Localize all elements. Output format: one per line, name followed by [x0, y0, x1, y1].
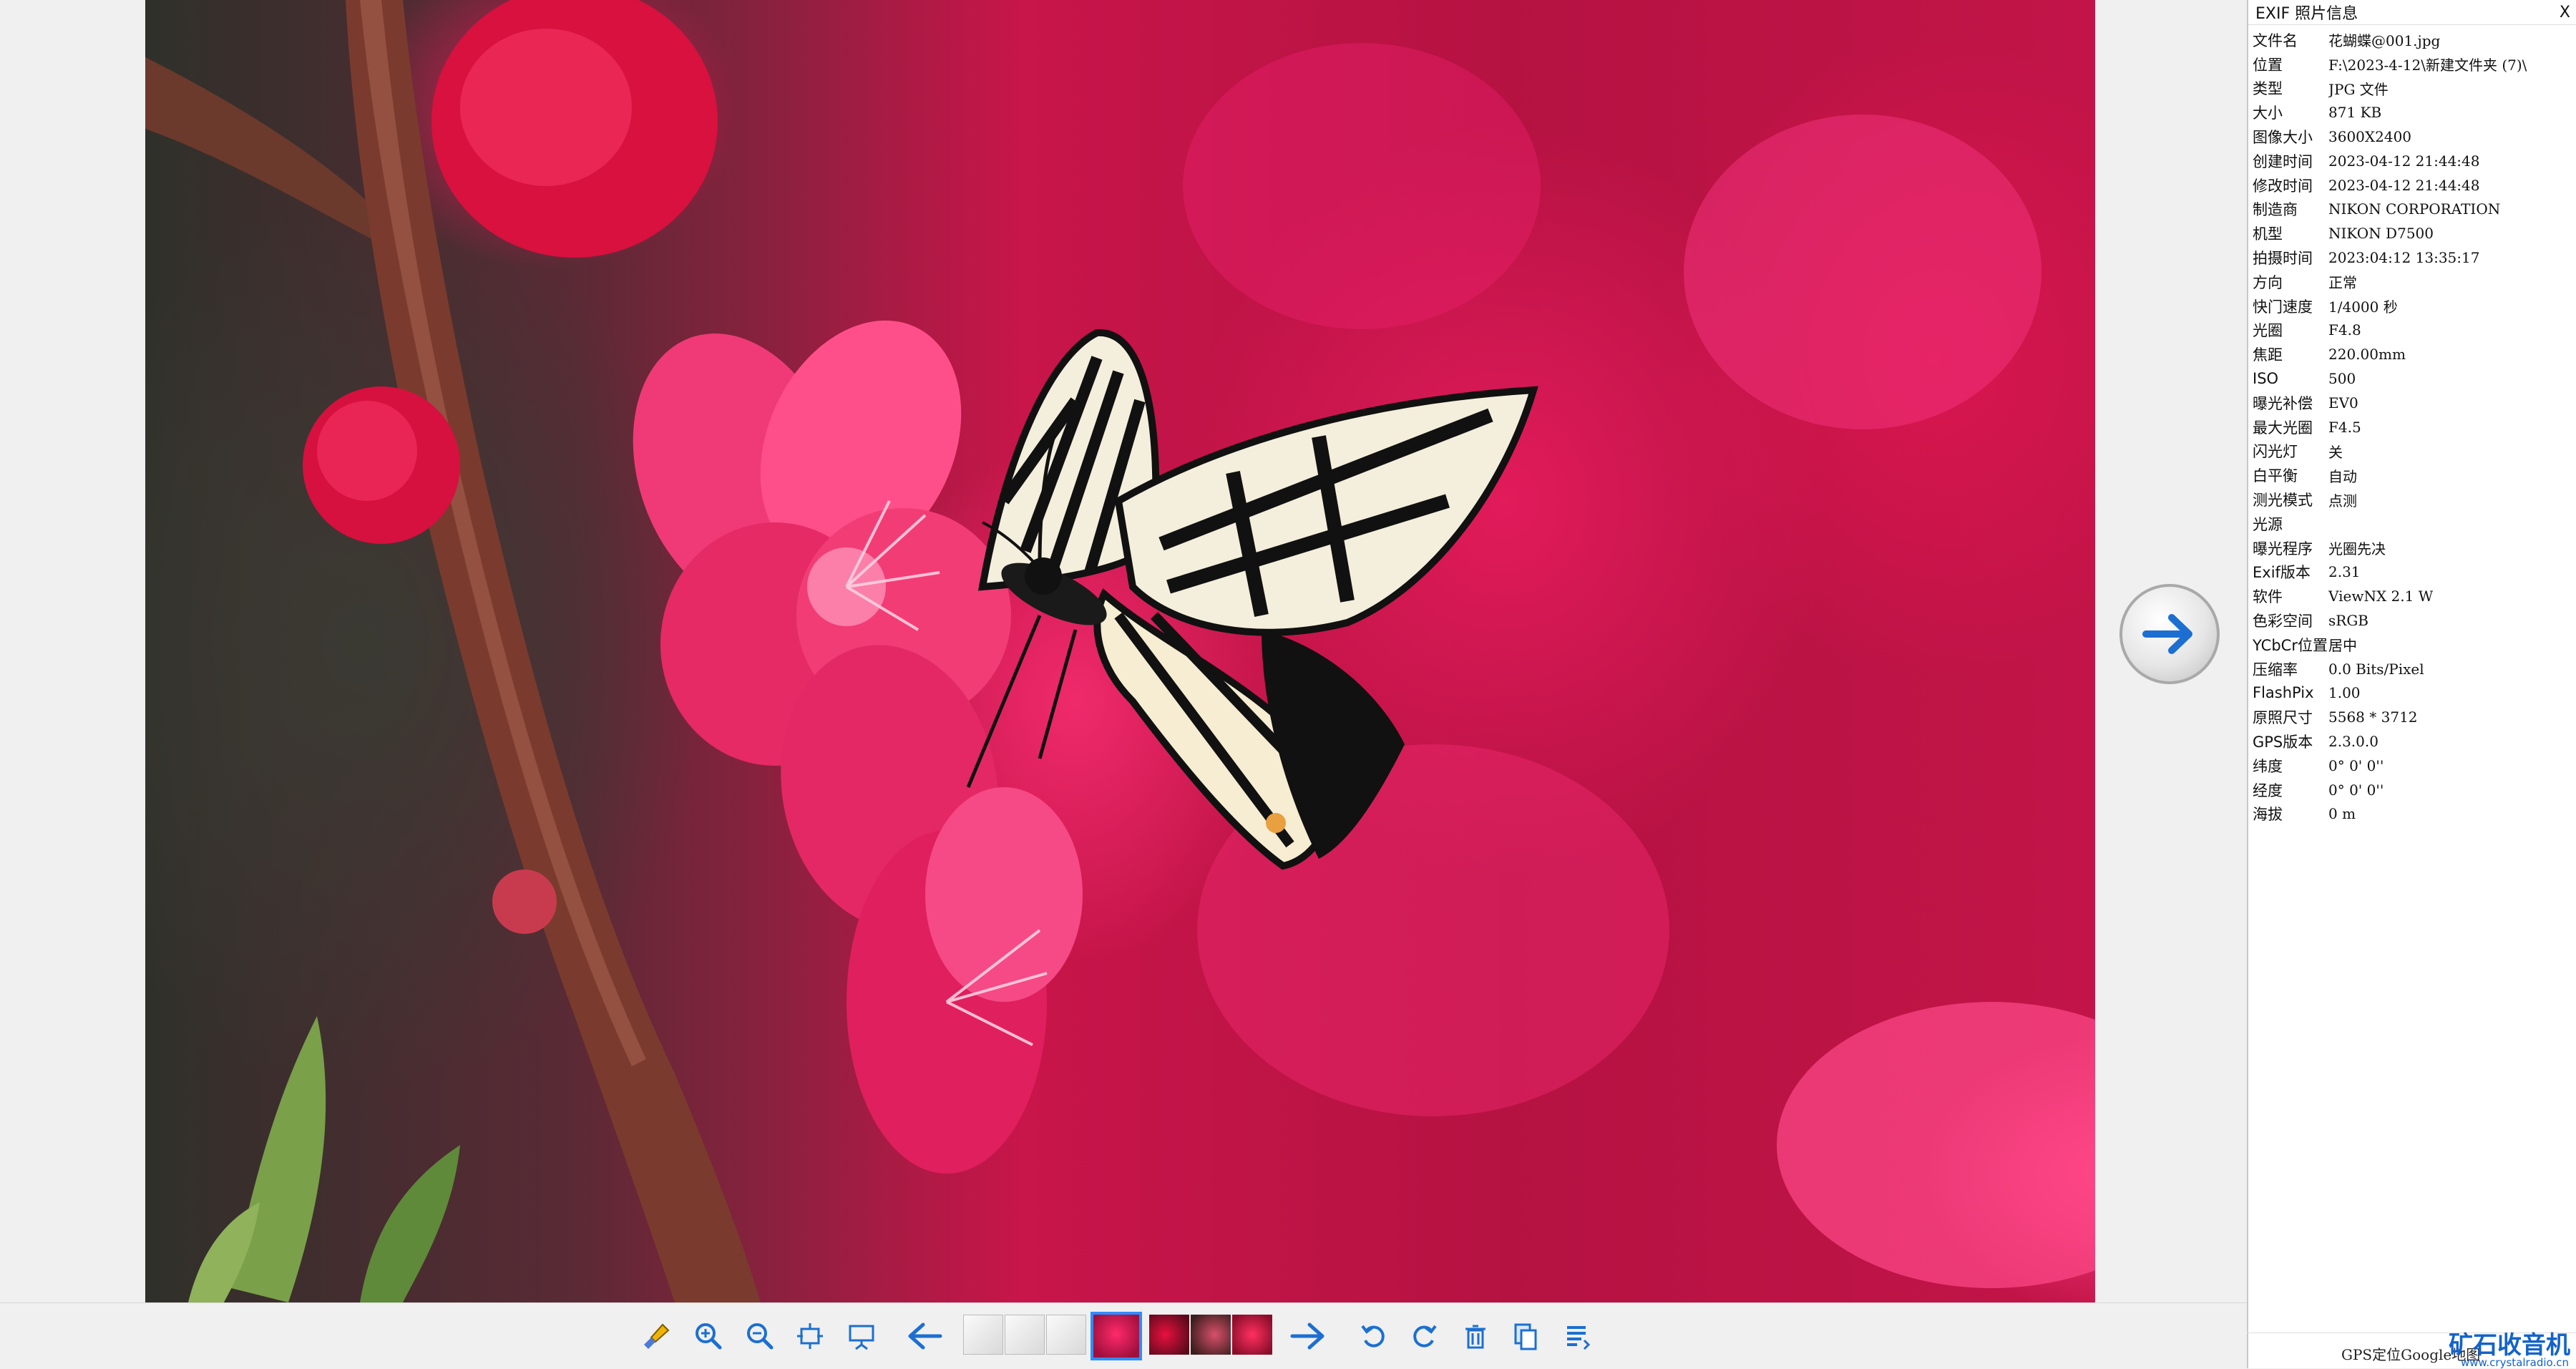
delete-icon: [1465, 1325, 1485, 1349]
copy-button[interactable]: [1506, 1316, 1546, 1356]
exif-info-button[interactable]: [1557, 1316, 1597, 1356]
slideshow-icon: [849, 1325, 874, 1350]
info-icon: [1567, 1326, 1591, 1350]
next-photo-toolbar-button[interactable]: [1288, 1316, 1328, 1356]
site-logo: 矿石收音机: [2449, 1331, 2570, 1360]
exif-row: 曝光补偿 EV0: [2253, 394, 2358, 412]
exif-row: 纬度 0° 0' 0'': [2253, 756, 2384, 775]
thumbnail[interactable]: [1005, 1315, 1045, 1355]
exif-row: 软件 ViewNX 2.1 W: [2253, 588, 2434, 606]
exif-row: 测光模式 点测: [2253, 492, 2357, 510]
previous-photo-button[interactable]: [904, 1316, 945, 1356]
exif-row: 压缩率 0.0 Bits/Pixel: [2253, 660, 2424, 678]
exif-row: 大小 871 KB: [2253, 104, 2382, 122]
rotate-right-button[interactable]: [1404, 1316, 1444, 1356]
exif-row: 闪光灯关: [2253, 443, 2343, 461]
arrow-right-circle-icon: [2142, 614, 2192, 654]
thumbnail[interactable]: [1149, 1315, 1189, 1355]
exif-panel: EXIF 照片信息 X 文件名 花蝴蝶@001.jpg 位置 F:\2023-4-1…: [2247, 0, 2576, 1368]
exif-row: 光圈 F4.8: [2253, 321, 2361, 340]
exif-close-button[interactable]: X: [2560, 4, 2570, 21]
bottom-toolbar: [0, 1302, 2247, 1368]
next-photo-button[interactable]: [2119, 584, 2220, 684]
exif-row: 曝光程序 光圈先决: [2253, 540, 2386, 558]
thumbnail[interactable]: [1232, 1315, 1272, 1355]
thumbnail[interactable]: [963, 1315, 1003, 1355]
thumbnail-current[interactable]: [1091, 1312, 1142, 1360]
exif-row: 焦距 220.00mm: [2253, 346, 2406, 364]
fit-icon: [797, 1323, 823, 1349]
copy-icon: [1514, 1323, 1537, 1350]
exif-row: 位置 F:\2023-4-12\新建文件夹 (7)\: [2253, 56, 2527, 74]
rotate-left-button[interactable]: [1354, 1316, 1394, 1356]
arrow-left-icon: [908, 1322, 942, 1350]
exif-row: 拍摄时间 2023:04:12 13:35:17: [2253, 249, 2480, 268]
brush-button[interactable]: [637, 1316, 677, 1356]
thumbnail[interactable]: [1046, 1315, 1086, 1355]
exif-row: 图像大小 3600X2400: [2253, 128, 2412, 147]
exif-row: 修改时间 2023-04-12 21:44:48: [2253, 176, 2480, 195]
rotate-left-icon: [1361, 1325, 1385, 1348]
main-photo: [145, 0, 2095, 1302]
exif-row: 机型 NIKON D7500: [2253, 225, 2434, 243]
exif-row: 光源: [2253, 515, 2283, 533]
exif-row: 快门速度 1/4000 秒: [2253, 298, 2398, 316]
photo-content: [145, 0, 2095, 1302]
photo-viewer: [0, 0, 2247, 1302]
exif-footer: GPS定位Google地图 矿石收音机 www.crystalradio.cn: [2247, 1333, 2576, 1369]
exif-row: 白平衡 自动: [2253, 467, 2357, 485]
rotate-right-icon: [1413, 1325, 1437, 1348]
zoom-out-icon: [747, 1323, 774, 1350]
exif-row: YCbCr位置 居中: [2253, 636, 2357, 655]
site-logo-url: www.crystalradio.cn: [2460, 1356, 2569, 1369]
exif-row: 原照尺寸 5568 * 3712: [2253, 708, 2418, 727]
exif-row: FlashPix 1.00: [2253, 684, 2361, 702]
exif-row: 色彩空间 sRGB: [2253, 612, 2368, 630]
exif-row: GPS版本 2.3.0.0: [2253, 733, 2379, 751]
exif-row: 文件名 花蝴蝶@001.jpg: [2253, 31, 2441, 50]
zoom-out-button[interactable]: [740, 1316, 780, 1356]
slideshow-button[interactable]: [841, 1316, 882, 1356]
delete-button[interactable]: [1455, 1316, 1496, 1356]
brush-icon: [644, 1323, 670, 1349]
exif-row: 类型 JPG 文件: [2253, 80, 2389, 98]
exif-row: Exif版本 2.31: [2253, 563, 2361, 582]
thumbnail[interactable]: [1191, 1315, 1231, 1355]
exif-header: EXIF 照片信息 X: [2248, 0, 2576, 25]
exif-row: ISO 500: [2253, 370, 2356, 388]
fit-window-button[interactable]: [790, 1316, 830, 1356]
zoom-in-icon: [696, 1323, 722, 1350]
zoom-in-button[interactable]: [688, 1316, 728, 1356]
exif-row: 经度 0° 0' 0'': [2253, 781, 2384, 799]
exif-row: 制造商 NIKON CORPORATION: [2253, 200, 2501, 219]
exif-row: 海拔 0 m: [2253, 805, 2356, 824]
exif-rows: 文件名 花蝴蝶@001.jpg 位置 F:\2023-4-12\新建文件夹 (7)\…: [2248, 25, 2576, 826]
exif-title: EXIF 照片信息: [2255, 5, 2358, 23]
exif-row: 方向 正常: [2253, 273, 2357, 292]
arrow-right-icon: [1290, 1322, 1324, 1350]
exif-row: 最大光圈 F4.5: [2253, 418, 2361, 437]
exif-row: 创建时间 2023-04-12 21:44:48: [2253, 152, 2480, 170]
